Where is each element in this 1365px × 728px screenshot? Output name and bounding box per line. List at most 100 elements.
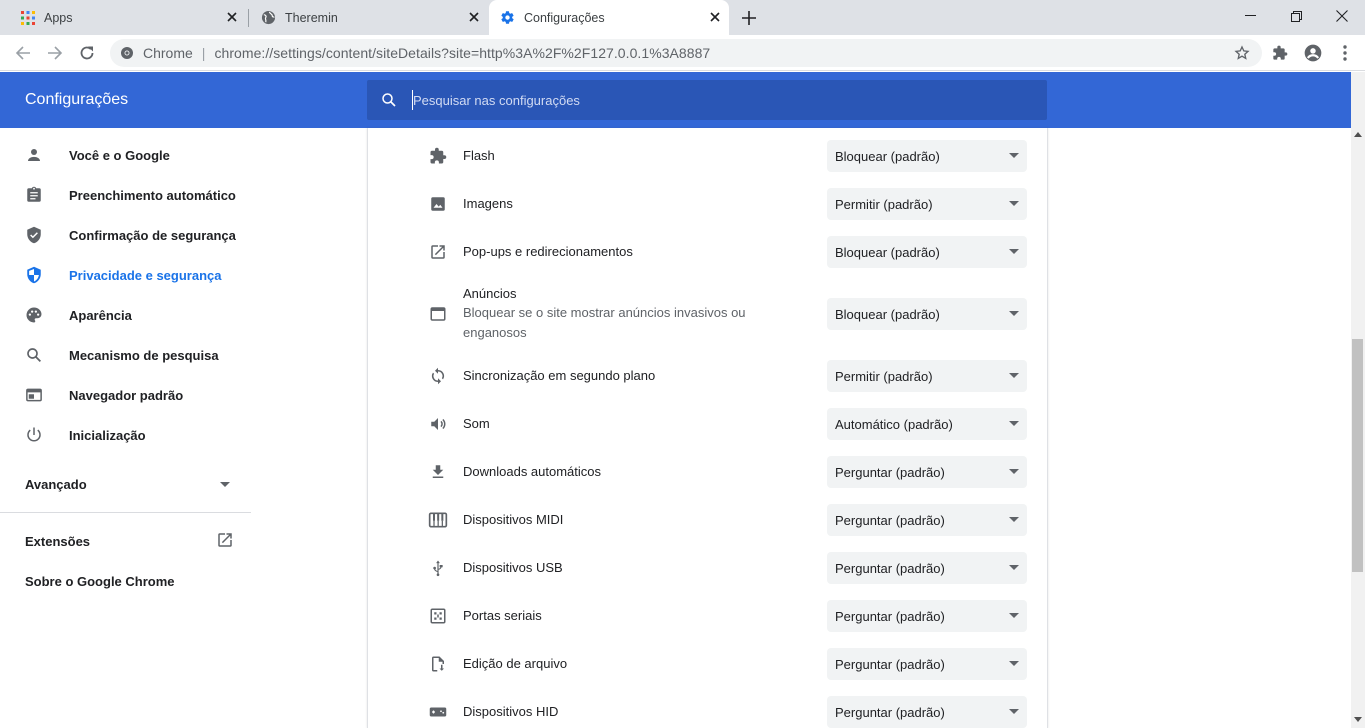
volume-icon [428, 414, 448, 434]
settings-search[interactable] [367, 80, 1047, 120]
more-menu-icon[interactable] [1334, 42, 1356, 64]
image-icon [428, 194, 448, 214]
permission-select[interactable]: Perguntar (padrão) [827, 648, 1027, 680]
tab-separator [248, 9, 249, 27]
search-icon [380, 91, 398, 114]
tab-strip: Apps Theremin Configurações [0, 0, 1365, 35]
sidebar-item-label: Navegador padrão [69, 388, 184, 403]
restore-button[interactable] [1273, 0, 1319, 32]
sidebar-link-extensoes[interactable]: Extensões [25, 534, 90, 549]
sidebar-item-label: Preenchimento automático [69, 188, 236, 203]
permission-select[interactable]: Bloquear (padrão) [827, 140, 1027, 172]
close-icon[interactable] [224, 9, 240, 25]
permission-row-edicao-arquivo: Edição de arquivo Perguntar (padrão) [368, 648, 1047, 680]
sidebar-item-voce-e-o-google[interactable]: Você e o Google [0, 135, 255, 175]
permission-select-value: Automático (padrão) [835, 416, 953, 432]
download-icon [428, 462, 448, 482]
permission-select[interactable]: Permitir (padrão) [827, 188, 1027, 220]
tab-configuracoes[interactable]: Configurações [489, 0, 729, 35]
scroll-down-arrow-icon[interactable] [1354, 717, 1362, 722]
profile-avatar-icon[interactable] [1302, 42, 1324, 64]
sidebar-item-label: Inicialização [69, 428, 146, 443]
minimize-button[interactable] [1227, 0, 1273, 32]
settings-sidebar: Você e o Google Preenchimento automático… [0, 128, 260, 728]
palette-icon [24, 305, 44, 325]
chevron-down-icon [1009, 421, 1019, 426]
permission-row-flash: Flash Bloquear (padrão) [368, 140, 1047, 172]
permission-select[interactable]: Permitir (padrão) [827, 360, 1027, 392]
scrollbar-track-top [1351, 72, 1365, 128]
tab-theremin[interactable]: Theremin [250, 0, 488, 35]
person-icon [24, 145, 44, 165]
close-icon[interactable] [466, 9, 482, 25]
page-title: Configurações [25, 91, 129, 108]
sidebar-item-mecanismo[interactable]: Mecanismo de pesquisa [0, 335, 255, 375]
chevron-down-icon [1009, 311, 1019, 316]
search-input[interactable] [412, 90, 1012, 110]
file-edit-icon [428, 654, 448, 674]
puzzle-icon [428, 146, 448, 166]
chevron-down-icon [1009, 373, 1019, 378]
permission-row-anuncios: Anúncios Bloquear se o site mostrar anún… [368, 283, 1047, 343]
usb-icon [428, 558, 448, 578]
star-icon[interactable] [1234, 45, 1250, 64]
open-external-icon[interactable] [216, 531, 234, 554]
shield-check-icon [24, 225, 44, 245]
permission-select-value: Perguntar (padrão) [835, 560, 945, 576]
gamepad-icon [428, 702, 448, 722]
permission-select[interactable]: Perguntar (padrão) [827, 504, 1027, 536]
omnibox[interactable]: Chrome | chrome://settings/content/siteD… [110, 39, 1262, 67]
permission-row-sincronizacao: Sincronização em segundo plano Permitir … [368, 360, 1047, 392]
sidebar-item-privacidade[interactable]: Privacidade e segurança [0, 255, 255, 295]
permission-label: Dispositivos HID [463, 704, 559, 719]
sidebar-link-sobre[interactable]: Sobre o Google Chrome [25, 574, 175, 589]
permission-select[interactable]: Perguntar (padrão) [827, 696, 1027, 728]
settings-header: Configurações [0, 72, 1351, 128]
permission-select[interactable]: Bloquear (padrão) [827, 236, 1027, 268]
permission-select[interactable]: Perguntar (padrão) [827, 552, 1027, 584]
advanced-section-toggle[interactable]: Avançado [25, 477, 87, 492]
tab-title: Apps [44, 10, 73, 25]
permission-row-midi: Dispositivos MIDI Perguntar (padrão) [368, 504, 1047, 536]
extensions-puzzle-icon[interactable] [1269, 42, 1291, 64]
permission-row-imagens: Imagens Permitir (padrão) [368, 188, 1047, 220]
permission-row-usb: Dispositivos USB Perguntar (padrão) [368, 552, 1047, 584]
tab-title: Theremin [285, 10, 338, 25]
sidebar-item-navegador[interactable]: Navegador padrão [0, 375, 255, 415]
clipboard-icon [24, 185, 44, 205]
sidebar-item-confirmacao[interactable]: Confirmação de segurança [0, 215, 255, 255]
permission-label: Edição de arquivo [463, 656, 568, 671]
forward-button[interactable] [44, 42, 66, 64]
omnibox-url[interactable]: chrome://settings/content/siteDetails?si… [214, 45, 710, 61]
sidebar-item-preenchimento[interactable]: Preenchimento automático [0, 175, 255, 215]
sync-icon [428, 366, 448, 386]
chevron-down-icon [1009, 153, 1019, 158]
sidebar-divider [0, 512, 251, 513]
permission-label: Anúncios [463, 286, 517, 301]
new-tab-button[interactable] [738, 7, 760, 29]
reload-button[interactable] [76, 42, 98, 64]
permission-label: Portas seriais [463, 608, 542, 623]
permission-select[interactable]: Automático (padrão) [827, 408, 1027, 440]
sidebar-item-inicializacao[interactable]: Inicialização [0, 415, 255, 455]
scrollbar-thumb[interactable] [1352, 339, 1363, 572]
site-permissions-card: Flash Bloquear (padrão) Imagens Permitir… [367, 128, 1048, 728]
permission-select[interactable]: Bloquear (padrão) [827, 298, 1027, 330]
permission-select[interactable]: Perguntar (padrão) [827, 600, 1027, 632]
tab-apps[interactable]: Apps [10, 0, 246, 35]
scroll-up-arrow-icon[interactable] [1354, 132, 1362, 137]
piano-icon [428, 510, 448, 530]
chevron-down-icon [1009, 613, 1019, 618]
tab-title: Configurações [524, 10, 605, 25]
close-icon[interactable] [707, 9, 723, 25]
close-window-button[interactable] [1319, 0, 1365, 32]
permission-row-popups: Pop-ups e redirecionamentos Bloquear (pa… [368, 236, 1047, 268]
sidebar-item-label: Privacidade e segurança [69, 268, 222, 283]
chevron-down-icon[interactable] [220, 482, 230, 487]
sidebar-item-aparencia[interactable]: Aparência [0, 295, 255, 335]
page-scrollbar[interactable] [1351, 128, 1365, 728]
chevron-down-icon [1009, 517, 1019, 522]
permission-label: Flash [463, 148, 495, 163]
back-button[interactable] [12, 42, 34, 64]
permission-select[interactable]: Perguntar (padrão) [827, 456, 1027, 488]
